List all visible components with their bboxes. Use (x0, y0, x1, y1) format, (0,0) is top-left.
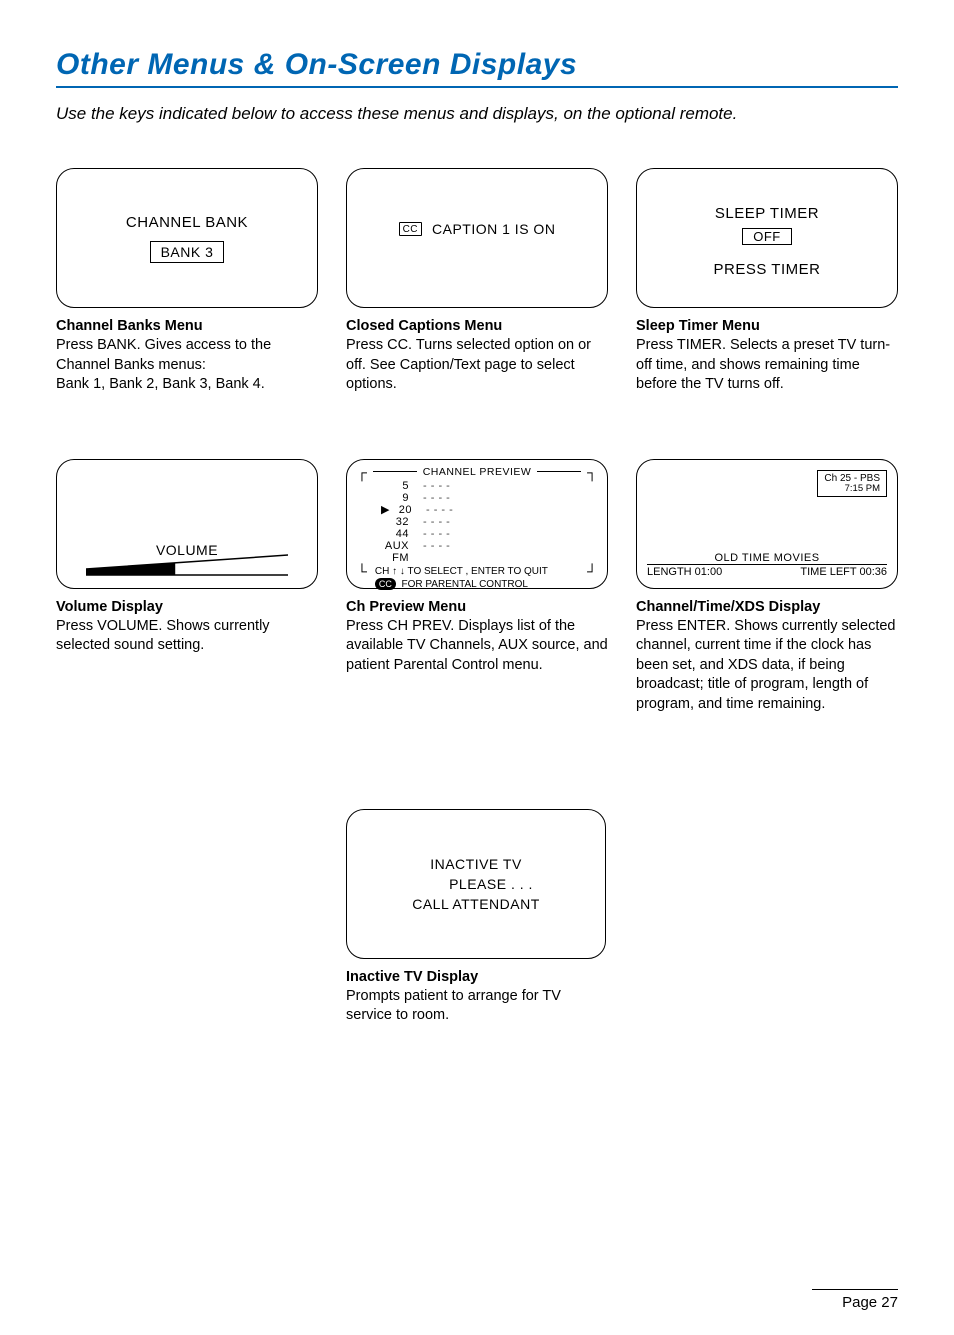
preview-row-num: 9 (381, 492, 409, 504)
captions-body: Press CC. Turns selected option on or of… (346, 336, 608, 395)
volume-block: VOLUME Volume Display Press VOLUME. Show… (56, 459, 318, 715)
preview-rows: 5- - - - 9- - - - ▶20- - - - 32- - - - 4… (381, 480, 597, 565)
page-title: Other Menus & On-Screen Displays (56, 48, 898, 82)
captions-panel: CC CAPTION 1 IS ON (346, 168, 608, 308)
inactive-line3: CALL ATTENDANT (412, 896, 540, 912)
xds-block: Ch 25 - PBS 7:15 PM OLD TIME MOVIES LENG… (636, 459, 898, 715)
captions-block: CC CAPTION 1 IS ON Closed Captions Menu … (346, 168, 608, 395)
captions-title: Closed Captions Menu (346, 318, 608, 334)
channel-bank-label: CHANNEL BANK (126, 214, 248, 231)
preview-row-num: 44 (381, 528, 409, 540)
xds-program: OLD TIME MOVIES (647, 552, 887, 564)
sleep-body: Press TIMER. Selects a preset TV turn-of… (636, 336, 898, 395)
preview-footer-2: FOR PARENTAL CONTROL (401, 579, 528, 590)
preview-panel: ┌ CHANNEL PREVIEW ┐ 5- - - - 9- - - - ▶2… (346, 459, 608, 589)
preview-row-dots: - - - - (423, 492, 450, 504)
corner-tl-icon: ┌ (357, 467, 367, 477)
xds-timeleft: TIME LEFT 00:36 (800, 566, 887, 578)
preview-row-dots: - - - - (423, 528, 450, 540)
preview-row-dots: - - - - (426, 504, 453, 516)
preview-header: CHANNEL PREVIEW (423, 466, 532, 478)
channel-bank-body: Press BANK. Gives access to the Channel … (56, 336, 318, 395)
sleep-off: OFF (742, 228, 792, 245)
page-number: Page 27 (812, 1289, 898, 1311)
cc-icon: CC (399, 222, 422, 236)
preview-block: ┌ CHANNEL PREVIEW ┐ 5- - - - 9- - - - ▶2… (346, 459, 608, 715)
preview-row-num: FM (381, 552, 409, 564)
volume-bar (86, 554, 289, 574)
preview-title: Ch Preview Menu (346, 599, 608, 615)
xds-body: Press ENTER. Shows currently selected ch… (636, 617, 898, 715)
channel-bank-title: Channel Banks Menu (56, 318, 318, 334)
title-underline (56, 86, 898, 88)
preview-row-num: 20 (384, 504, 412, 516)
preview-row-num: AUX (381, 540, 409, 552)
sleep-line2: PRESS TIMER (714, 261, 821, 278)
xds-time: 7:15 PM (824, 484, 880, 494)
channel-bank-panel: CHANNEL BANK BANK 3 (56, 168, 318, 308)
channel-bank-value: BANK 3 (150, 241, 225, 263)
corner-tr-icon: ┐ (587, 467, 597, 477)
xds-channel-box: Ch 25 - PBS 7:15 PM (817, 470, 887, 497)
corner-br-icon: ┘ (587, 566, 597, 576)
inactive-line1: INACTIVE TV (430, 856, 522, 872)
captions-panel-text: CAPTION 1 IS ON (432, 221, 555, 237)
preview-row-dots: - - - - (423, 540, 450, 552)
sleep-title: Sleep Timer Menu (636, 318, 898, 334)
preview-row-num: 5 (381, 480, 409, 492)
preview-body: Press CH PREV. Displays list of the avai… (346, 617, 608, 676)
volume-body: Press VOLUME. Shows currently selected s… (56, 617, 318, 656)
preview-footer-1: CH ↑ ↓ TO SELECT , ENTER TO QUIT (375, 566, 581, 577)
page-intro: Use the keys indicated below to access t… (56, 104, 898, 124)
volume-panel: VOLUME (56, 459, 318, 589)
sleep-block: SLEEP TIMER OFF PRESS TIMER Sleep Timer … (636, 168, 898, 395)
inactive-block: INACTIVE TV PLEASE . . . CALL ATTENDANT … (346, 779, 608, 1026)
cc-pill-icon: CC (375, 578, 396, 590)
xds-length: LENGTH 01:00 (647, 566, 722, 578)
inactive-body: Prompts patient to arrange for TV servic… (346, 987, 608, 1026)
inactive-title: Inactive TV Display (346, 969, 608, 985)
preview-row-dots: - - - - (423, 480, 450, 492)
volume-title: Volume Display (56, 599, 318, 615)
channel-bank-block: CHANNEL BANK BANK 3 Channel Banks Menu P… (56, 168, 318, 395)
inactive-line2: PLEASE . . . (449, 876, 533, 892)
preview-row-num: 32 (381, 516, 409, 528)
inactive-panel: INACTIVE TV PLEASE . . . CALL ATTENDANT (346, 809, 606, 959)
sleep-panel: SLEEP TIMER OFF PRESS TIMER (636, 168, 898, 308)
xds-title: Channel/Time/XDS Display (636, 599, 898, 615)
preview-row-dots: - - - - (423, 516, 450, 528)
sleep-line1: SLEEP TIMER (715, 205, 819, 222)
xds-panel: Ch 25 - PBS 7:15 PM OLD TIME MOVIES LENG… (636, 459, 898, 589)
corner-bl-icon: └ (357, 566, 367, 576)
